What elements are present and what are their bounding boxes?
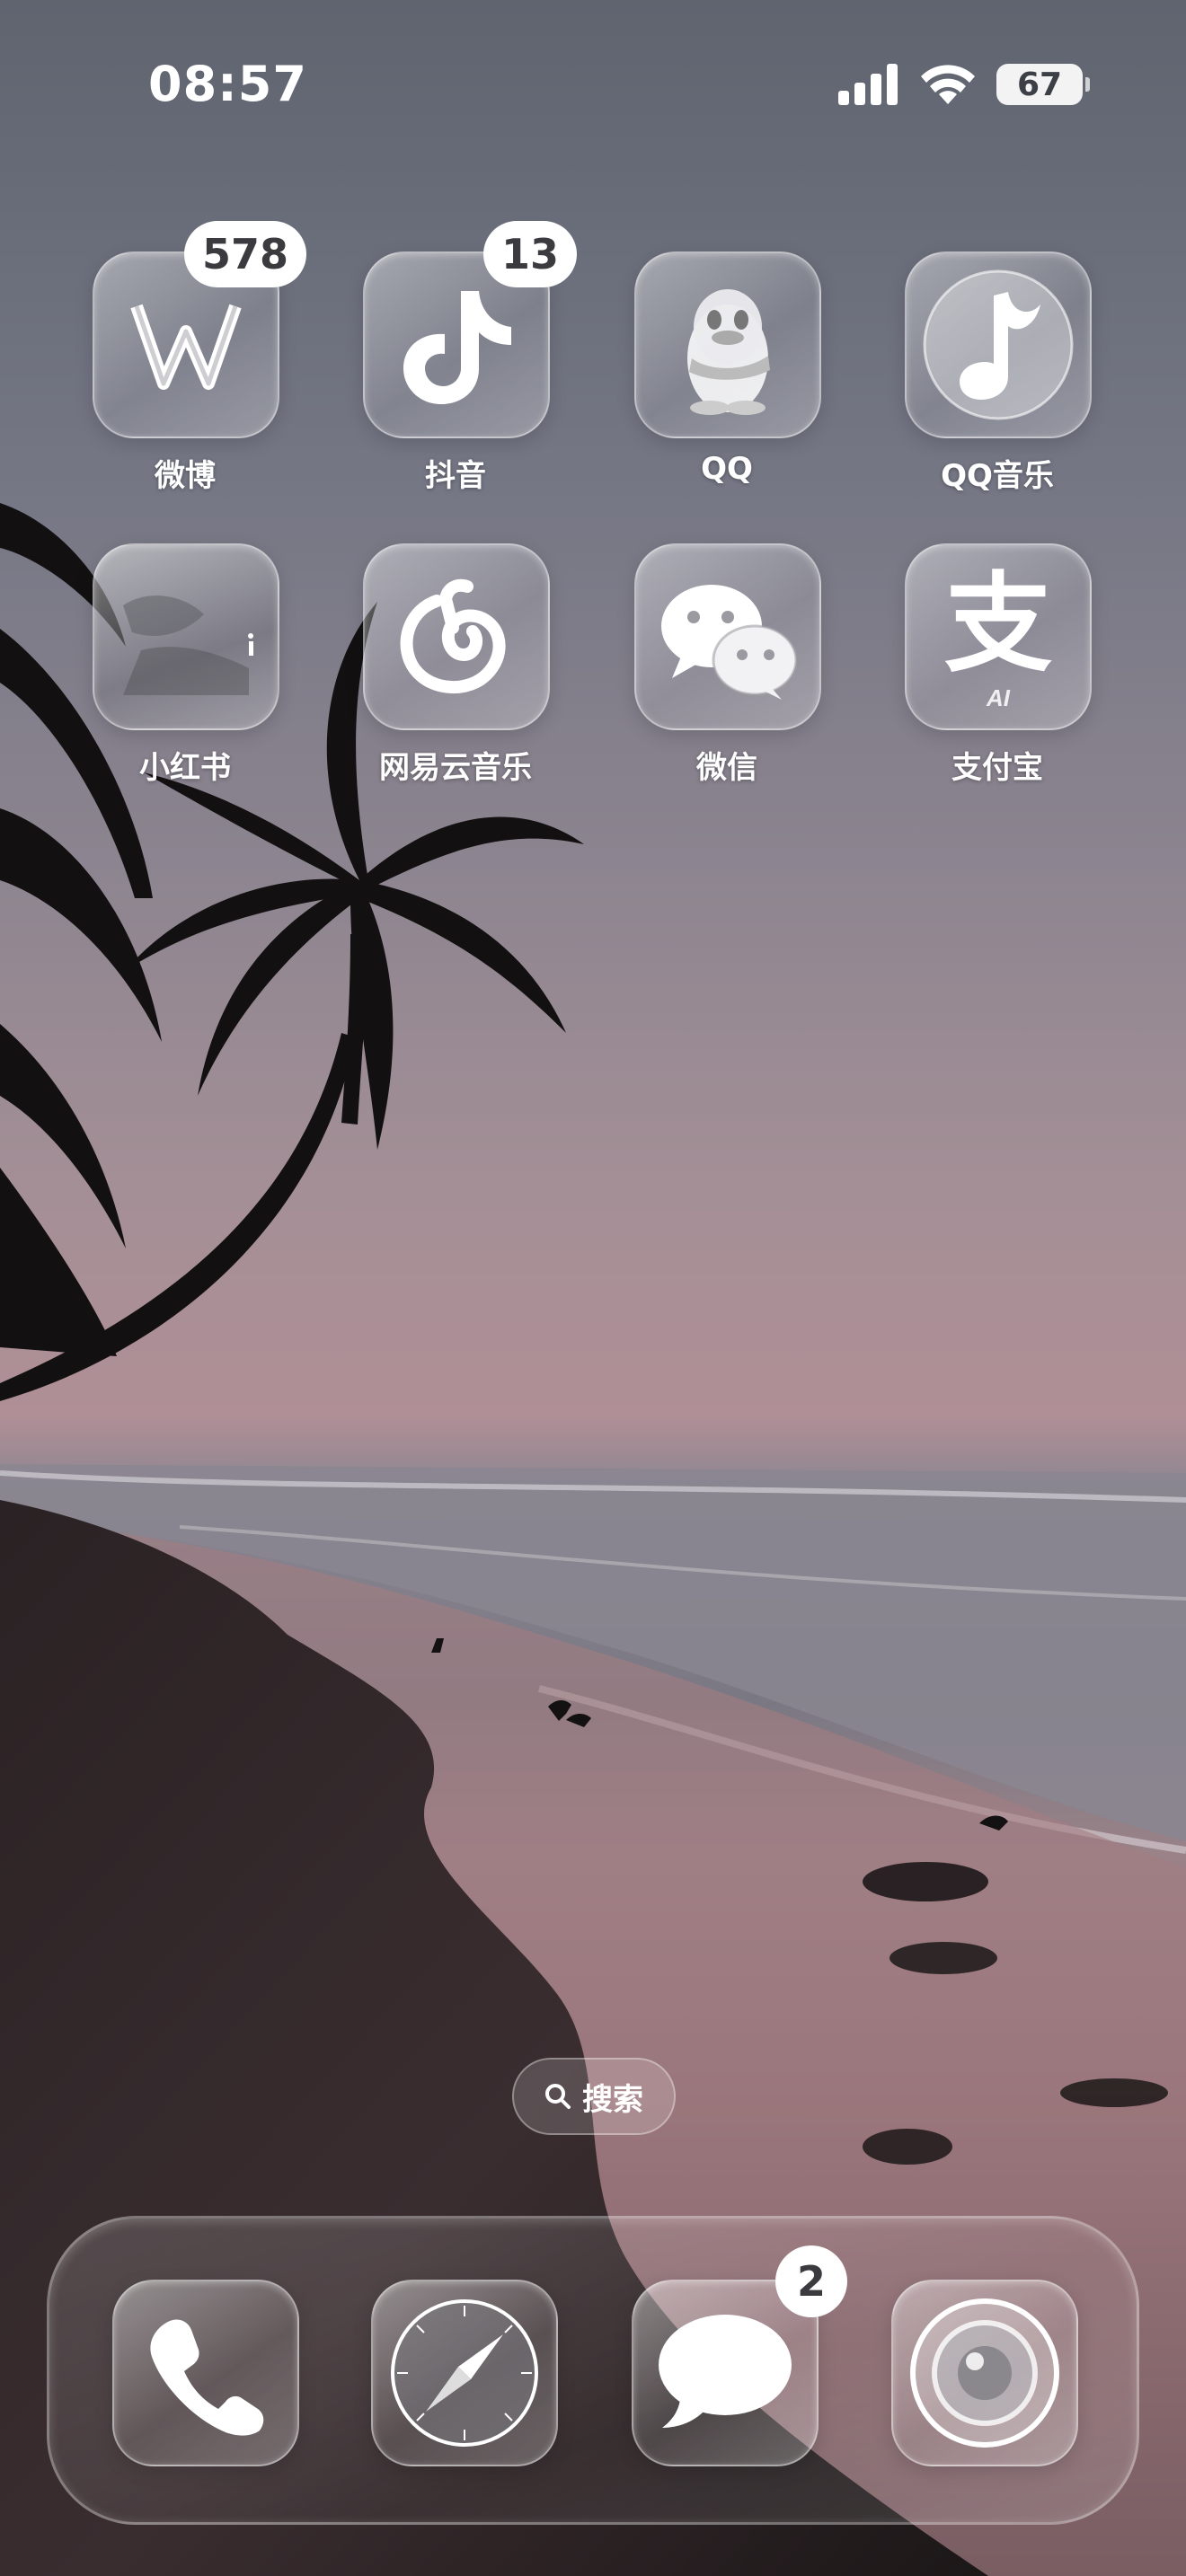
messages-icon: 2 [632,2245,847,2466]
app-netease-music[interactable]: 网易云音乐 [363,543,550,787]
alipay-glyph: 支 [944,561,1052,687]
status-time: 08:57 [148,56,307,112]
app-label: 网易云音乐 [379,750,532,786]
search-icon [545,2084,571,2109]
alipay-ai-label: AI [987,684,1010,711]
phone-icon [112,2280,299,2466]
app-wechat[interactable]: 微信 [634,543,821,787]
dock-phone[interactable] [112,2280,299,2466]
app-label: 小红书 [139,750,231,786]
notification-badge: 578 [183,221,306,287]
app-weibo[interactable]: 578 微博 [93,221,306,495]
notification-badge: 2 [775,2245,847,2317]
app-qq[interactable]: QQ [634,251,821,487]
wifi-icon [921,65,975,104]
wechat-icon [634,543,821,730]
netease-music-icon [363,543,550,730]
status-bar: 08:57 67 [0,0,1186,171]
battery-icon: 67 [996,64,1090,105]
dock-camera[interactable] [891,2280,1078,2466]
app-alipay[interactable]: 支 AI 支付宝 [905,543,1092,787]
app-label: QQ音乐 [941,458,1054,494]
camera-icon [891,2280,1078,2466]
app-label: 抖音 [425,458,486,494]
battery-level: 67 [1016,66,1063,103]
app-label: 支付宝 [951,750,1043,786]
notification-badge: 13 [482,221,577,287]
status-icons: 67 [838,63,1090,106]
weibo-icon: 578 [93,221,306,438]
qq-penguin-icon [634,251,821,438]
qq-music-icon [905,251,1092,438]
douyin-icon: 13 [363,221,577,438]
app-label: 微信 [696,750,757,786]
xiaohongshu-icon [93,543,279,730]
app-qq-music[interactable]: QQ音乐 [905,251,1092,495]
app-xiaohongshu[interactable]: 小红书 [93,543,279,787]
search-button[interactable]: 搜索 [512,2058,676,2135]
dock-safari[interactable] [371,2280,558,2466]
app-label: QQ [701,451,753,487]
app-label: 微博 [155,458,216,494]
cellular-signal-icon [838,64,898,105]
safari-compass-icon [371,2280,558,2466]
alipay-icon: 支 AI [905,543,1092,730]
dock-messages[interactable]: 2 [632,2245,847,2466]
search-label: 搜索 [582,2082,643,2117]
app-douyin[interactable]: 13 抖音 [363,221,577,495]
